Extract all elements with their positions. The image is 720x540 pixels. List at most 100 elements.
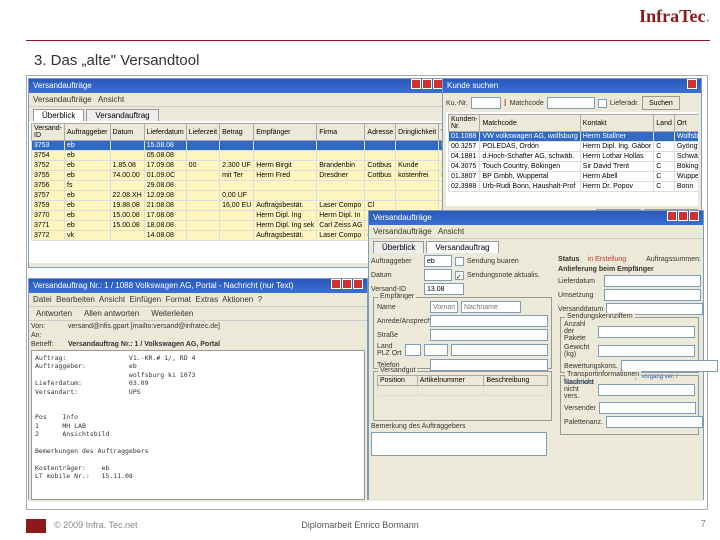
betreff-value: Versandauftrag Nr.: 1 / Volkswagen AG, P… <box>68 341 220 348</box>
close-icon[interactable] <box>689 211 699 221</box>
maximize-icon[interactable] <box>342 279 352 289</box>
menu-item[interactable]: Extras <box>195 295 218 304</box>
minimize-icon[interactable] <box>411 79 421 89</box>
versandgut-grid[interactable]: PositionArtikelnummerBeschreibung <box>377 375 548 396</box>
tab-detail[interactable]: Versandauftrag <box>86 109 158 121</box>
vorname-input[interactable] <box>430 301 458 313</box>
minimize-icon[interactable] <box>331 279 341 289</box>
match-label: Matchcode <box>510 100 544 107</box>
reply-button[interactable]: Antworten <box>33 307 75 320</box>
menu-item[interactable]: Aktionen <box>222 295 253 304</box>
footer-page: 7 <box>700 519 706 530</box>
anz-input[interactable] <box>598 326 695 338</box>
auftraggeber-label: Auftraggeber <box>371 258 421 265</box>
detail-window: Versandaufträge Versandaufträge Ansicht … <box>368 210 704 500</box>
datum-input[interactable] <box>424 269 452 281</box>
suchen-button[interactable]: Suchen <box>642 96 680 110</box>
replyall-button[interactable]: Allen antworten <box>81 307 142 320</box>
maximize-icon[interactable] <box>678 211 688 221</box>
tab-versandauftrag[interactable]: Versandauftrag <box>426 241 498 253</box>
footer-accent <box>26 519 46 533</box>
strasse-input[interactable] <box>430 329 548 341</box>
close-icon[interactable] <box>353 279 363 289</box>
email-window: Versandauftrag Nr.: 1 / 1088 Volkswagen … <box>28 278 368 500</box>
kennz-title: Sendungskennziffern <box>565 313 635 320</box>
umsetzung-label: Umsetzung <box>558 292 601 299</box>
chk1[interactable] <box>455 257 464 266</box>
vid-label: Versand-ID <box>371 286 421 293</box>
email-toolbar: Antworten Allen antworten Weiterleiten <box>29 307 367 321</box>
footer-copy: © 2009 Infra. Tec.net <box>54 520 138 530</box>
plz-label: Land PLZ Ort <box>377 343 402 357</box>
email-titlebar[interactable]: Versandauftrag Nr.: 1 / 1088 Volkswagen … <box>29 279 367 293</box>
detail-title: Versandaufträge <box>373 211 432 225</box>
datum-label: Datum <box>371 272 421 279</box>
nk-label: Nachricht nicht vers. <box>564 379 595 400</box>
tel-input[interactable] <box>430 359 548 371</box>
menu-item[interactable]: ? <box>258 295 262 304</box>
caret-icon: I <box>504 98 507 109</box>
tab-overview[interactable]: Überblick <box>33 109 84 121</box>
maximize-icon[interactable] <box>422 79 432 89</box>
tab-overview[interactable]: Überblick <box>373 241 424 253</box>
close-icon[interactable] <box>687 79 697 89</box>
menu-item[interactable]: Versandaufträge <box>373 227 432 236</box>
lieferdatum-input[interactable] <box>604 275 701 287</box>
forward-button[interactable]: Weiterleiten <box>148 307 196 320</box>
email-body[interactable]: Auftrag: V1.-KR.# 1/, RD 4 Auftraggeber:… <box>31 350 365 500</box>
kunr-input[interactable] <box>471 97 501 109</box>
land-input[interactable] <box>405 344 421 356</box>
menu-item[interactable]: Ansicht <box>438 227 464 236</box>
an-label: An: <box>31 332 65 339</box>
col-pos: Position <box>378 376 418 386</box>
liefer-label: Lieferadr. <box>610 100 639 107</box>
betreff-label: Betreff: <box>31 341 65 348</box>
plz-input[interactable] <box>424 344 448 356</box>
anrede-label: Anrede/Ansprechpart. <box>377 318 427 325</box>
menu-item[interactable]: Bearbeiten <box>56 295 95 304</box>
nk-input[interactable] <box>598 384 695 396</box>
menu-item[interactable]: Ansicht <box>98 95 124 104</box>
umsetzung-input[interactable] <box>604 289 701 301</box>
menu-item[interactable]: Ansicht <box>99 295 125 304</box>
orders-tabs: Überblick Versandauftrag <box>29 107 447 121</box>
status-value: in Erstellung <box>588 256 627 263</box>
bew-label: Bewertungskons. <box>564 363 618 370</box>
footer-center: Diplomarbeit Enrico Bormann <box>301 520 419 530</box>
versanddatum-label: Versanddatum <box>558 306 603 313</box>
liefer-checkbox[interactable] <box>598 99 607 108</box>
menu-item[interactable]: Versandaufträge <box>33 95 92 104</box>
col-besch: Beschreibung <box>484 376 548 386</box>
search-titlebar[interactable]: Kunde suchen <box>443 79 701 93</box>
vers-label: Versender <box>564 405 596 412</box>
gew-input[interactable] <box>598 345 695 357</box>
minimize-icon[interactable] <box>667 211 677 221</box>
anrede-input[interactable] <box>430 315 548 327</box>
orders-titlebar[interactable]: Versandaufträge <box>29 79 447 93</box>
bemerkung-input[interactable] <box>371 432 547 456</box>
palette-input[interactable] <box>606 416 703 428</box>
detail-titlebar[interactable]: Versandaufträge <box>369 211 703 225</box>
menu-item[interactable]: Datei <box>33 295 52 304</box>
vers-input[interactable] <box>599 402 696 414</box>
search-grid[interactable]: Kunden-Nr.MatchcodeKontaktLandOrt01.1088… <box>448 114 698 192</box>
col-art: Artikelnummer <box>417 376 484 386</box>
transport-title: Transportinformationen <box>565 371 641 378</box>
email-menubar: Datei Bearbeiten Ansicht Einfügen Format… <box>29 293 367 307</box>
nachname-input[interactable] <box>461 301 521 313</box>
versandgut-title: Versandgut <box>378 367 417 374</box>
ag-input[interactable] <box>424 255 452 267</box>
chk2[interactable] <box>455 271 464 280</box>
orders-menubar: Versandaufträge Ansicht <box>29 93 447 107</box>
strasse-label: Straße <box>377 332 427 339</box>
menu-item[interactable]: Einfügen <box>130 295 162 304</box>
match-input[interactable] <box>547 97 595 109</box>
empf-title: Empfänger <box>378 293 416 300</box>
brand-main: InfraTec <box>639 6 705 26</box>
detail-menubar: Versandaufträge Ansicht <box>369 225 703 239</box>
menu-item[interactable]: Format <box>166 295 191 304</box>
ort-input[interactable] <box>451 344 548 356</box>
gew-label: Gewicht (kg) <box>564 344 595 358</box>
bemerkung-label: Bemerkung des Auftraggebers <box>371 423 466 430</box>
vid-input[interactable] <box>424 283 464 295</box>
